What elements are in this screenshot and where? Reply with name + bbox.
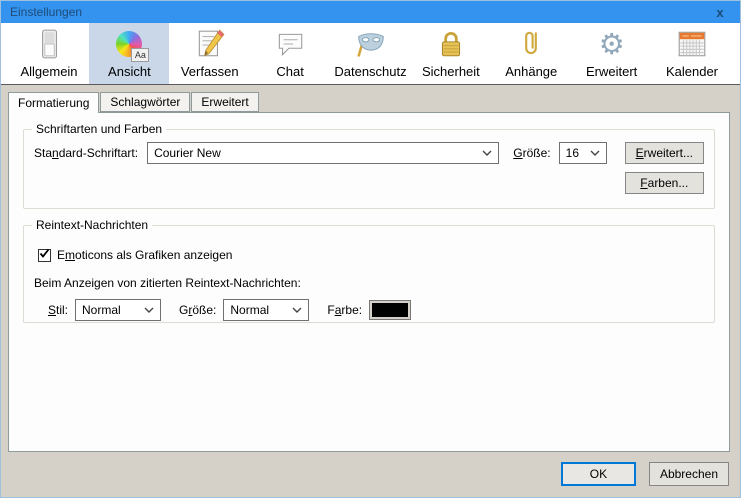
toolbar-item-anhaenge[interactable]: Anhänge	[491, 23, 571, 84]
toolbar-item-label: Verfassen	[180, 64, 239, 79]
emoticons-label: Emoticons als Grafiken anzeigen	[57, 248, 233, 262]
toolbar-item-ansicht[interactable]: Aa Ansicht	[89, 23, 170, 84]
default-font-select[interactable]: Courier New	[147, 142, 500, 164]
toolbar-item-kalender[interactable]: Kalender	[652, 23, 732, 84]
chevron-down-icon	[474, 150, 492, 156]
toolbar-item-label: Erweitert	[585, 64, 638, 79]
toolbar-item-sicherheit[interactable]: Sicherheit	[411, 23, 491, 84]
tab-label: Formatierung	[18, 96, 90, 110]
default-font-label: Standard-Schriftart:	[34, 146, 139, 160]
group-title: Reintext-Nachrichten	[32, 218, 153, 232]
style-label: Stil:	[48, 303, 69, 317]
tab-schlagwoerter[interactable]: Schlagwörter	[100, 92, 191, 112]
quoted-size-label: Größe:	[179, 303, 217, 317]
toolbar-item-erweitert[interactable]: ⚙ Erweitert	[572, 23, 652, 84]
quoted-color-label: Farbe:	[327, 303, 363, 317]
font-size-value: 16	[565, 146, 579, 160]
group-title: Schriftarten und Farben	[32, 122, 167, 136]
colors-button[interactable]: Farben...	[624, 172, 704, 194]
formatierung-panel: Schriftarten und Farben Standard-Schrift…	[8, 112, 730, 452]
close-icon[interactable]: x	[709, 5, 731, 20]
window-title: Einstellungen	[10, 5, 83, 19]
paperclip-icon	[513, 26, 549, 62]
view-tabs: Formatierung Schlagwörter Erweitert	[8, 91, 730, 113]
lock-icon	[433, 26, 469, 62]
quoted-style-select[interactable]: Normal	[75, 299, 162, 321]
toggle-switch-icon	[31, 26, 67, 62]
quoted-color-picker[interactable]	[369, 300, 412, 320]
font-size-select[interactable]: 16	[558, 142, 607, 164]
dialog-footer: OK Abbrechen	[8, 462, 730, 486]
color-palette-icon: Aa	[111, 26, 150, 62]
mask-icon	[353, 26, 389, 62]
quoted-messages-label: Beim Anzeigen von zitierten Reintext-Nac…	[34, 276, 301, 290]
plaintext-group: Reintext-Nachrichten Emoticons als Grafi…	[23, 218, 715, 323]
emoticons-checkbox[interactable]	[38, 248, 51, 262]
toolbar-item-label: Sicherheit	[421, 64, 480, 79]
tab-label: Erweitert	[201, 95, 249, 109]
cancel-button[interactable]: Abbrechen	[648, 462, 729, 486]
title-bar[interactable]: Einstellungen x	[1, 1, 740, 23]
color-swatch	[372, 303, 409, 317]
toolbar-item-label: Chat	[276, 64, 304, 79]
tab-formatierung[interactable]: Formatierung	[8, 92, 100, 113]
tab-erweitert[interactable]: Erweitert	[191, 92, 259, 112]
toolbar-item-verfassen[interactable]: Verfassen	[170, 23, 250, 84]
toolbar-item-label: Datenschutz	[334, 64, 407, 79]
chevron-down-icon	[582, 150, 600, 156]
settings-toolbar: Allgemein Aa Ansicht Verfassen Chat Date…	[1, 23, 740, 85]
font-buttons-stack: Erweitert... Farben...	[624, 142, 704, 194]
font-size-label: Größe:	[513, 146, 551, 160]
font-badge: Aa	[131, 48, 150, 62]
quoted-style-value: Normal	[82, 303, 121, 317]
ok-button[interactable]: OK	[560, 462, 636, 486]
toolbar-item-allgemein[interactable]: Allgemein	[9, 23, 89, 84]
toolbar-item-chat[interactable]: Chat	[250, 23, 330, 84]
toolbar-item-label: Kalender	[665, 64, 719, 79]
quoted-size-select[interactable]: Normal	[223, 299, 310, 321]
calendar-icon	[674, 26, 710, 62]
default-font-value: Courier New	[154, 146, 221, 160]
chevron-down-icon	[136, 307, 154, 313]
fonts-colors-group: Schriftarten und Farben Standard-Schrift…	[23, 122, 715, 209]
chat-bubble-icon	[272, 26, 308, 62]
checkmark-icon	[39, 248, 50, 262]
tab-label: Schlagwörter	[110, 95, 181, 109]
advanced-fonts-button[interactable]: Erweitert...	[624, 142, 704, 164]
dialog-content: Formatierung Schlagwörter Erweitert Schr…	[1, 85, 740, 497]
gear-icon: ⚙	[598, 27, 625, 61]
chevron-down-icon	[284, 307, 302, 313]
settings-window: Einstellungen x Allgemein Aa Ansicht Ver…	[0, 0, 741, 498]
toolbar-item-label: Anhänge	[505, 64, 558, 79]
toolbar-item-label: Ansicht	[108, 64, 151, 79]
toolbar-item-datenschutz[interactable]: Datenschutz	[331, 23, 411, 84]
quoted-size-value: Normal	[230, 303, 270, 317]
toolbar-item-label: Allgemein	[20, 64, 78, 79]
compose-pencil-icon	[192, 26, 228, 62]
